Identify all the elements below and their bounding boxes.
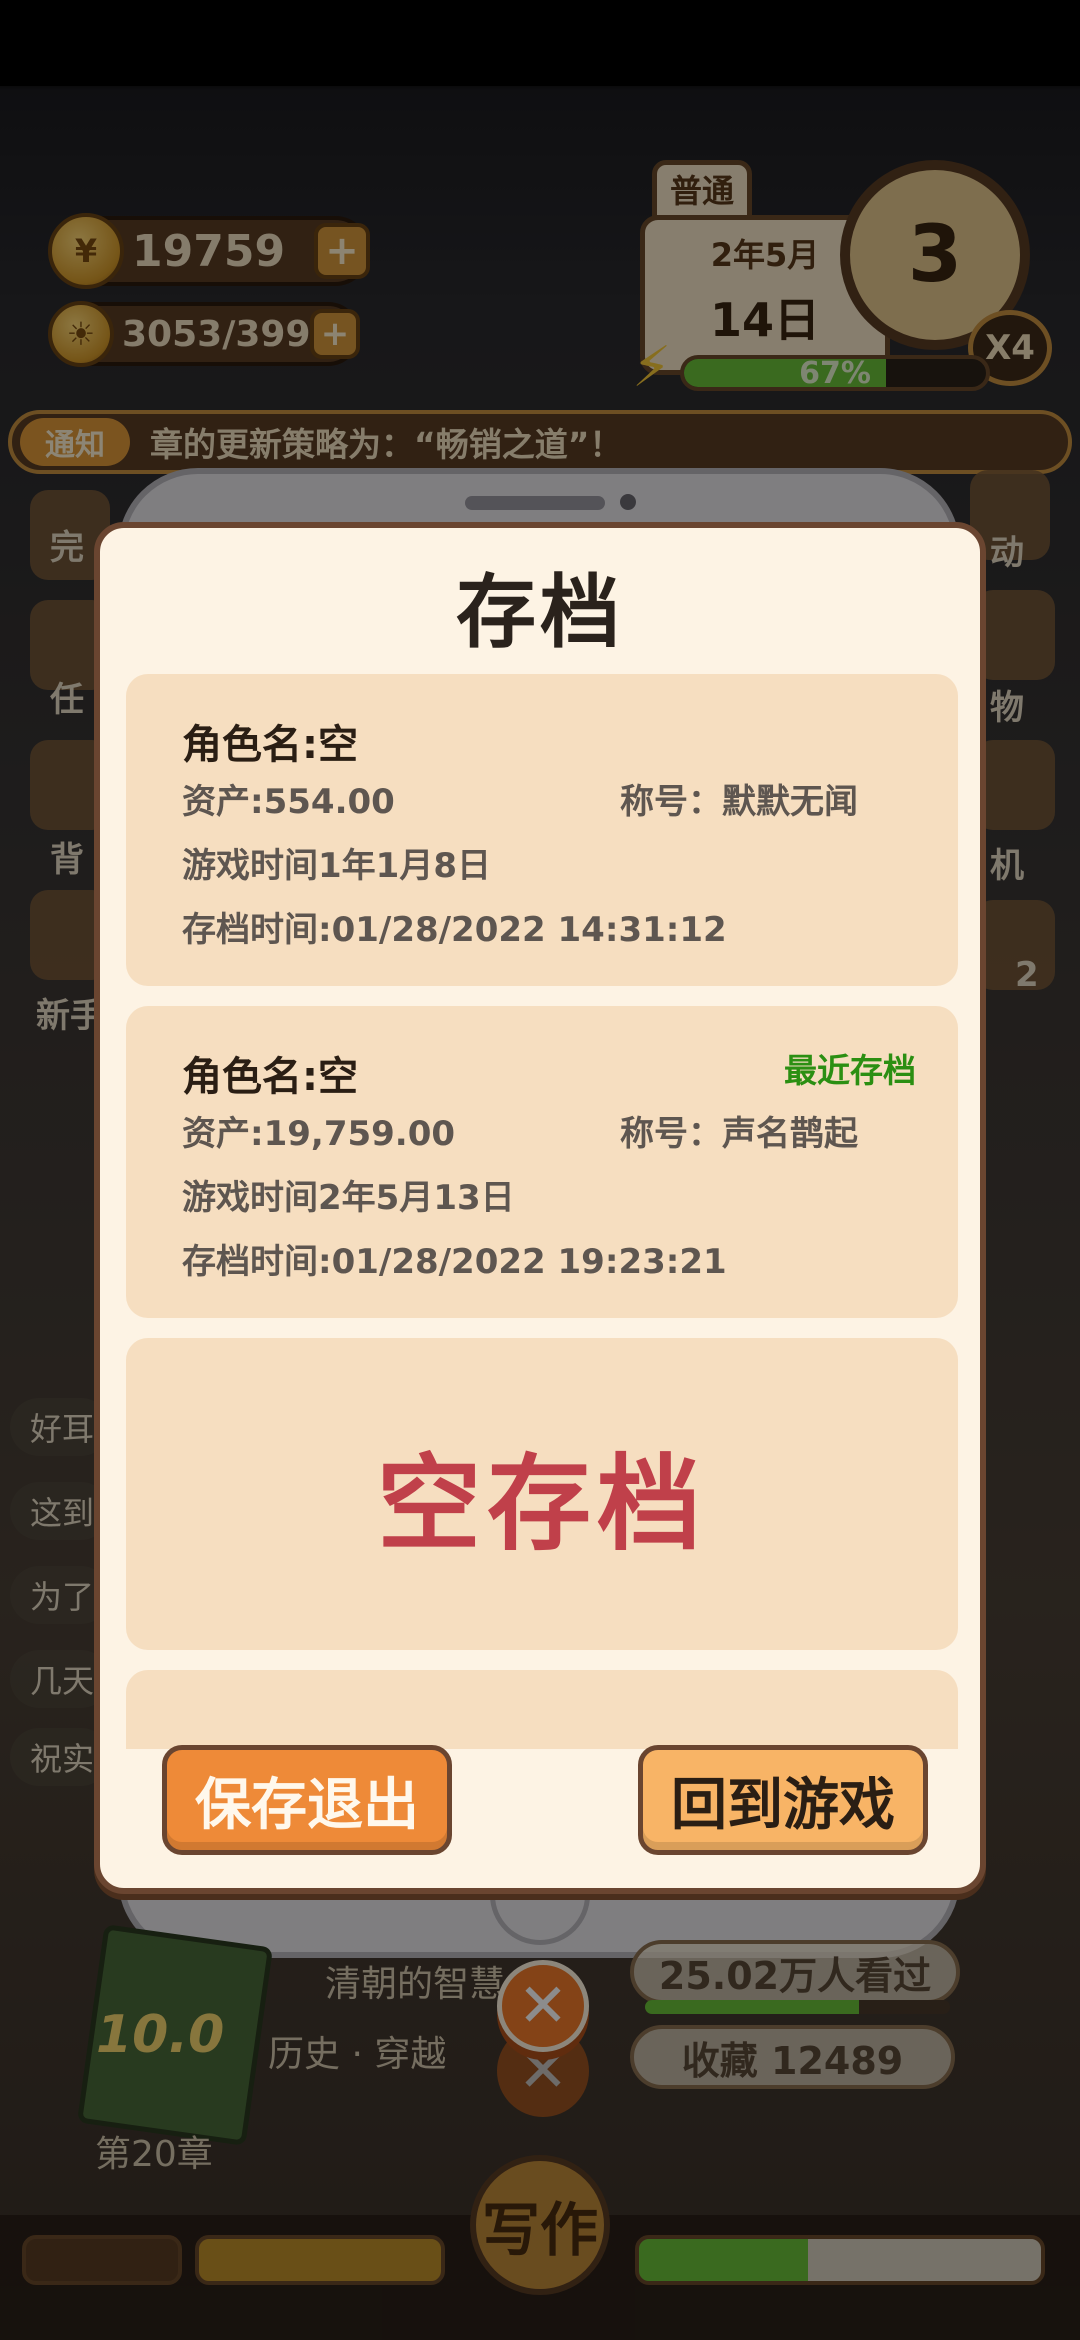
coins-display: ¥ 19759 + <box>48 213 370 289</box>
side-icon-right-3[interactable] <box>975 740 1055 830</box>
ideas-value: 3053/3999 <box>122 313 336 355</box>
write-button[interactable]: 写作 <box>470 2155 610 2295</box>
ideas-display: ☀ 3053/3999 + <box>48 301 360 367</box>
slot-title: 称号：声名鹊起 <box>620 1114 858 1154</box>
save-dialog: 存档 角色名:空 资产:554.00 称号：默默无闻 游戏时间1年1月8日 存档… <box>94 522 986 1894</box>
side-label-right-2: 物 <box>990 688 1024 728</box>
save-exit-button[interactable]: 保存退出 <box>162 1745 452 1855</box>
side-label-right-1: 动 <box>990 533 1024 573</box>
slot-asset: 资产:19,759.00 <box>182 1114 456 1154</box>
side-label-left-3: 背 <box>50 840 84 880</box>
notice-text: 章的更新策略为：“畅销之道”！ <box>150 425 623 464</box>
save-slot-list[interactable]: 角色名:空 资产:554.00 称号：默默无闻 游戏时间1年1月8日 存档时间:… <box>100 674 980 1749</box>
chat-chip-text: 为了 <box>30 1578 95 1616</box>
empty-save-slot[interactable]: 空存档 <box>126 1338 958 1650</box>
book-score: 10.0 <box>96 2005 225 2065</box>
side-label-right-3: 机 <box>990 846 1024 886</box>
status-bar <box>0 0 1080 86</box>
recent-save-badge: 最近存档 <box>784 1051 916 1090</box>
chat-chip-text: 几天 <box>30 1662 95 1700</box>
chat-chip-text: 这到 <box>30 1494 95 1532</box>
energy-percent: 67% <box>799 356 871 391</box>
read-progress-fill <box>645 2000 859 2014</box>
slot-game-time: 游戏时间2年5月13日 <box>182 1178 515 1218</box>
bottom-tab-1[interactable] <box>22 2235 182 2285</box>
book-genre: 历史 · 穿越 <box>268 2034 447 2075</box>
side-icon-right-2[interactable] <box>975 590 1055 680</box>
side-label-right-4: 2 <box>1015 955 1039 995</box>
bottom-progress <box>635 2235 1045 2285</box>
chat-chip-text: 好耳 <box>30 1410 95 1448</box>
coin-icon: ¥ <box>48 213 124 289</box>
book-chapter: 第20章 <box>95 2134 213 2175</box>
slot-asset: 资产:554.00 <box>182 782 395 822</box>
close-icon[interactable]: ✕ <box>497 1960 589 2052</box>
difficulty-tab: 普通 <box>652 160 752 220</box>
phone-camera <box>620 494 636 510</box>
read-progress <box>645 2000 950 2014</box>
slot-character-name: 角色名:空 <box>182 1054 358 1100</box>
slot-title: 称号：默默无闻 <box>620 782 858 822</box>
back-to-game-button[interactable]: 回到游戏 <box>638 1745 928 1855</box>
views-pill: 25.02万人看过 <box>630 1940 960 2004</box>
dialog-title: 存档 <box>456 566 624 659</box>
save-slot[interactable]: 角色名:空 最近存档 资产:19,759.00 称号：声名鹊起 游戏时间2年5月… <box>126 1006 958 1318</box>
side-label-left-2: 任 <box>50 680 84 720</box>
chat-chip-text: 祝实 <box>30 1740 95 1778</box>
save-slot[interactable]: 角色名:空 资产:554.00 称号：默默无闻 游戏时间1年1月8日 存档时间:… <box>126 674 958 986</box>
add-coins-button[interactable]: + <box>314 223 370 279</box>
side-label-left-1: 完 <box>50 528 84 568</box>
book-title: 清朝的智慧 <box>325 1964 506 2005</box>
slot-save-time: 存档时间:01/28/2022 14:31:12 <box>182 910 727 950</box>
save-slot-partial[interactable] <box>126 1670 958 1749</box>
add-ideas-button[interactable]: + <box>310 309 360 359</box>
slot-character-name: 角色名:空 <box>182 722 358 768</box>
notice-tag: 通知 <box>20 418 130 466</box>
favorites-pill: 收藏 12489 <box>630 2025 955 2089</box>
slot-save-time: 存档时间:01/28/2022 19:23:21 <box>182 1242 727 1282</box>
notice-bar[interactable]: 通知 章的更新策略为：“畅销之道”！ <box>8 410 1072 474</box>
phone-speaker <box>465 496 605 510</box>
slot-game-time: 游戏时间1年1月8日 <box>182 846 491 886</box>
bottom-tab-2[interactable] <box>195 2235 445 2285</box>
coins-value: 19759 <box>132 225 286 277</box>
lightning-icon: ⚡ <box>632 335 672 400</box>
lightbulb-icon: ☀ <box>48 301 114 367</box>
empty-slot-label: 空存档 <box>376 1442 707 1565</box>
